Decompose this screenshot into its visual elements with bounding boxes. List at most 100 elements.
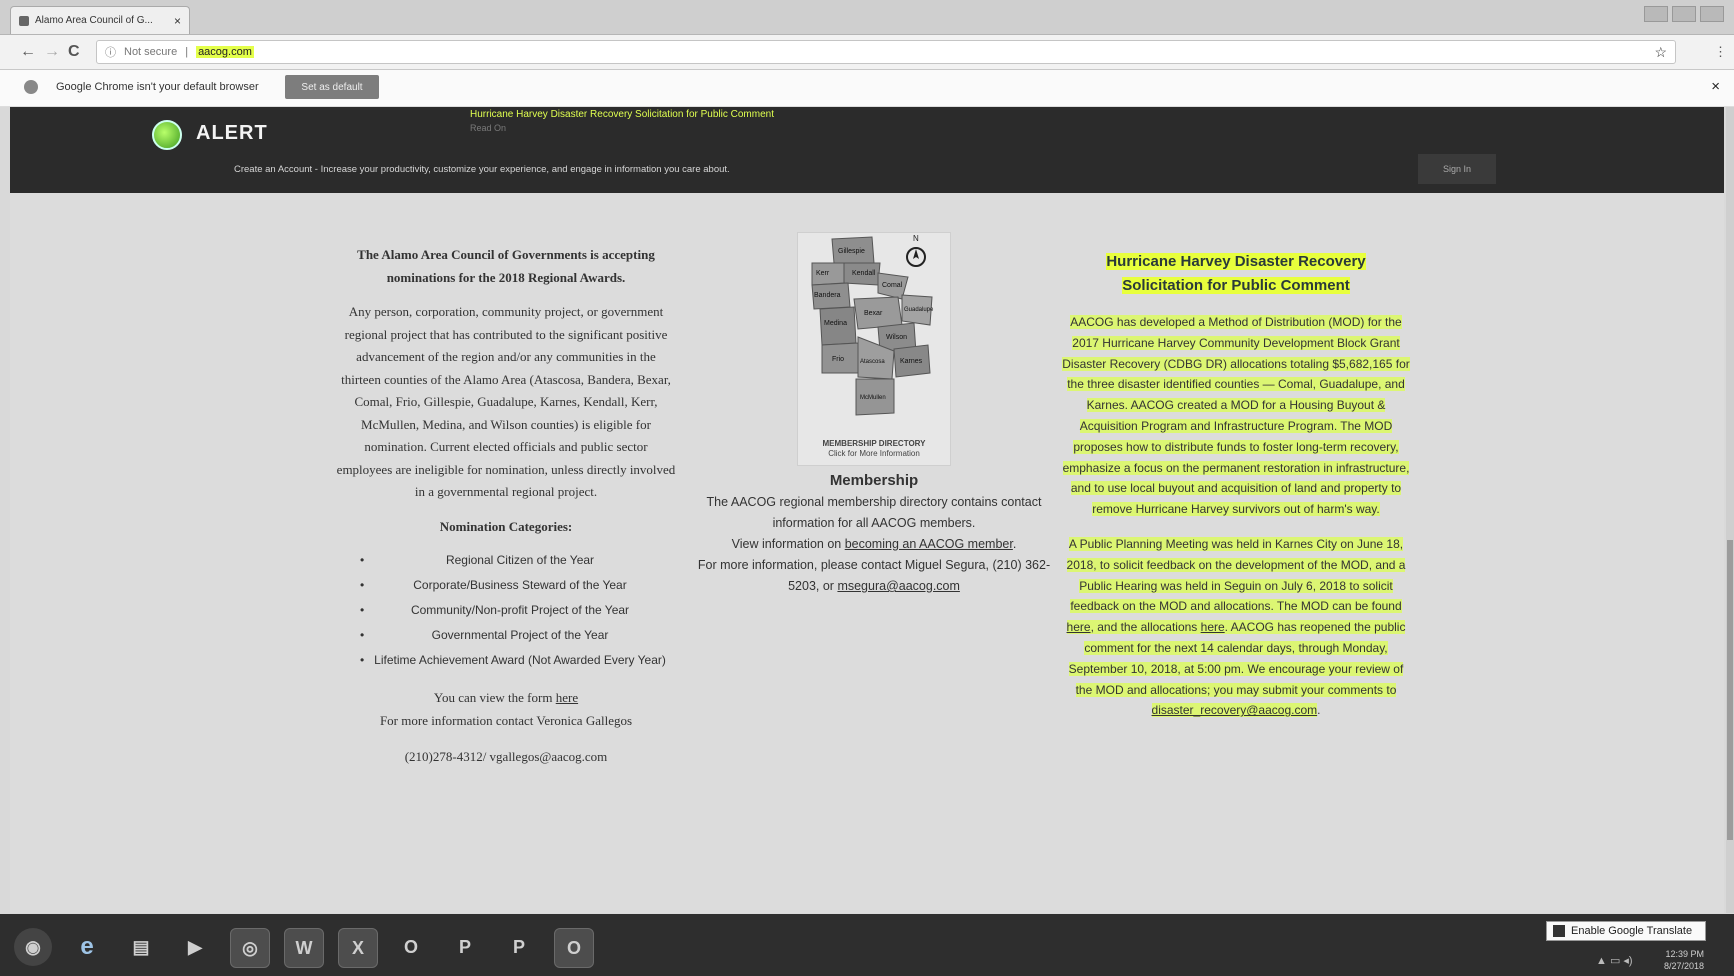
county-label: Medina [824,320,847,327]
allocations-here-link[interactable]: here [1200,620,1225,635]
county-label: Kendall [852,270,876,277]
file-explorer-icon[interactable]: ▤ [122,928,160,966]
membership-line2-prefix: View information on [731,537,845,551]
compass-needle [913,249,919,259]
reload-icon[interactable]: C [68,43,80,61]
msegura-email-link[interactable]: msegura@aacog.com [837,579,959,593]
alert-ticker-link[interactable]: Hurricane Harvey Disaster Recovery Solic… [470,109,774,120]
aacog-logo-icon[interactable] [152,120,182,150]
membership-line1: The AACOG regional membership directory … [706,495,1042,530]
list-item: Corporate/Business Steward of the Year [336,573,676,598]
county-label: Gillespie [838,248,865,255]
membership-map-link[interactable]: Gillespie Kerr Kendall Comal Bandera Gua… [797,232,951,466]
tab-title: Alamo Area Council of G... [35,15,153,26]
disaster-recovery-email-link[interactable]: disaster_recovery@aacog.com [1151,703,1318,718]
maximize-button[interactable] [1672,6,1696,22]
compass-label: N [913,234,919,243]
membership-line3: For more information, please contact Mig… [690,555,1058,597]
create-account-link[interactable]: Create an Account - Increase your produc… [234,164,730,175]
word-icon[interactable]: W [284,928,324,968]
close-window-button[interactable] [1700,6,1724,22]
recovery-title-line2: Solicitation for Public Comment [1122,277,1350,294]
project-icon[interactable]: P [500,928,538,966]
county-label: Guadalupe [904,307,934,313]
default-browser-infobar: Google Chrome isn't your default browser… [0,70,1734,107]
window-controls [1644,6,1724,22]
county-label: Bexar [864,310,883,317]
county-label: Comal [882,282,903,289]
taskbar-clock[interactable]: 12:39 PM 8/27/2018 [1664,948,1704,972]
windows-taskbar: ◉ e ▤ ▶ ◎ W X O P P O Enable Google Tran… [0,914,1734,976]
clock-time: 12:39 PM [1665,949,1705,959]
recovery-para1-text: AACOG has developed a Method of Distribu… [1062,315,1410,517]
categories-heading: Nomination Categories: [439,518,573,534]
become-member-link[interactable]: becoming an AACOG member [845,537,1013,551]
info-icon[interactable]: ⓘ [105,44,116,60]
excel-icon[interactable]: X [338,928,378,968]
url-input[interactable]: ⓘ Not secure | aacog.com ☆ [96,40,1676,64]
outlook-icon[interactable]: O [392,928,430,966]
bookmark-star-icon[interactable]: ☆ [1654,44,1667,61]
chrome-icon [24,80,38,94]
awards-intro: The Alamo Area Council of Governments is… [357,247,655,285]
outlook-2-icon[interactable]: O [554,928,594,968]
not-secure-label: Not secure [124,46,178,58]
clock-date: 8/27/2018 [1664,961,1705,971]
chrome-taskbar-icon[interactable]: ◎ [230,928,270,968]
mod-here-link[interactable]: here [1066,620,1091,635]
set-as-default-button[interactable]: Set as default [285,75,379,99]
browser-tab-bar: Alamo Area Council of G... × [0,0,1734,35]
awards-contact: For more information contact Veronica Ga… [379,712,633,728]
list-item: Community/Non-profit Project of the Year [336,598,676,623]
ie-icon[interactable]: e [68,928,106,966]
county-label: Kerr [816,270,830,277]
county-label: Atascosa [860,359,885,365]
alert-read-on-link[interactable]: Read On [470,123,506,133]
minimize-button[interactable] [1644,6,1668,22]
back-arrow-icon[interactable]: ← [20,43,36,61]
sign-in-button[interactable]: Sign In [1418,154,1496,184]
chrome-menu-icon[interactable]: ⋮ [1714,44,1727,60]
map-caption: MEMBERSHIP DIRECTORY Click for More Info… [798,439,950,459]
url-text: aacog.com [196,46,254,58]
form-prefix: You can view the form [433,690,556,705]
county-label: McMullen [860,395,886,401]
form-here-link[interactable]: here [556,690,578,705]
awards-body: Any person, corporation, community proje… [336,304,676,499]
scrollbar-thumb[interactable] [1727,540,1733,840]
address-bar-row: ← → C ⓘ Not secure | aacog.com ☆ ⋮ [0,35,1734,70]
list-item: Governmental Project of the Year [336,623,676,648]
site-alert-header: ALERT Hurricane Harvey Disaster Recovery… [10,107,1724,193]
enable-google-translate-button[interactable]: Enable Google Translate [1546,921,1706,941]
county-label: Wilson [886,334,907,341]
powerpoint-icon[interactable]: P [446,928,484,966]
infobar-close-icon[interactable]: × [1711,78,1720,95]
form-line: You can view the form here [336,687,676,710]
categories-list: Regional Citizen of the Year Corporate/B… [336,548,676,673]
recovery-para2-a: A Public Planning Meeting was held in Ka… [1066,536,1406,614]
browser-tab[interactable]: Alamo Area Council of G... × [10,6,190,34]
translate-label: Enable Google Translate [1571,925,1693,937]
harvey-recovery-section: Hurricane Harvey Disaster Recovery Solic… [1060,250,1412,735]
translate-icon [1553,925,1565,937]
start-button[interactable]: ◉ [14,928,52,966]
recovery-paragraph-2: A Public Planning Meeting was held in Ka… [1060,534,1412,721]
tab-close-icon[interactable]: × [174,14,181,28]
recovery-paragraph-1: AACOG has developed a Method of Distribu… [1060,312,1412,520]
membership-heading: Membership [829,472,919,489]
recovery-title: Hurricane Harvey Disaster Recovery Solic… [1060,250,1412,298]
list-item: Regional Citizen of the Year [336,548,676,573]
favicon-icon [19,15,29,26]
infobar-message: Google Chrome isn't your default browser [56,81,259,93]
county-label: Bandera [814,292,841,299]
alert-label: ALERT [196,122,268,144]
membership-section: Membership The AACOG regional membership… [690,470,1058,597]
list-item: Lifetime Achievement Award (Not Awarded … [336,648,676,673]
forward-arrow-icon[interactable]: → [44,43,60,61]
recovery-title-line1: Hurricane Harvey Disaster Recovery [1106,253,1366,270]
membership-line2: View information on becoming an AACOG me… [731,537,1017,551]
awards-contact-details: (210)278-4312/ vgallegos@aacog.com [404,749,608,764]
system-tray-icons[interactable]: ▲ ▭ ◂) [1596,954,1633,967]
recovery-para2-end: . [1317,703,1321,718]
media-player-icon[interactable]: ▶ [176,928,214,966]
